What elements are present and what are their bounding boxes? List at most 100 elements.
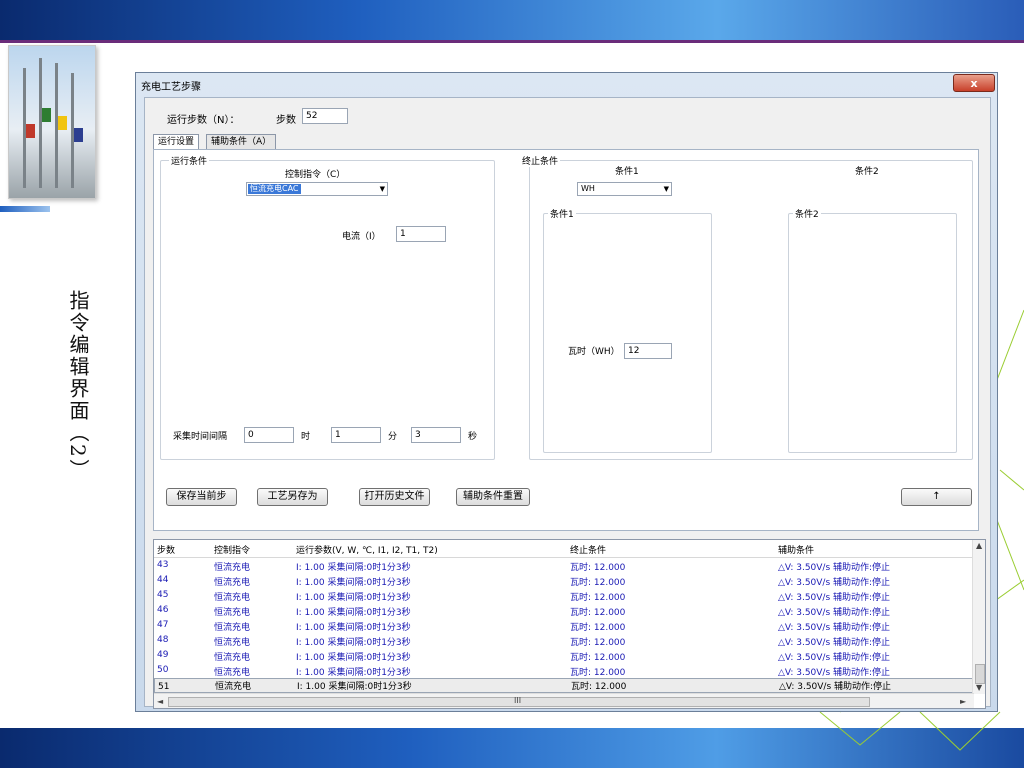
aux-condition-cell: △V: 3.50V/s 辅助动作:停止 — [778, 593, 891, 603]
building-photo — [8, 45, 96, 199]
control-cmd-cell: 恒流充电 — [214, 563, 251, 573]
control-cmd-cell: 恒流充电 — [214, 638, 251, 648]
table-row[interactable]: 46 恒流充电 I: 1.00 采集间隔:0时1分3秒 瓦时: 12.000 △V: 3… — [154, 603, 974, 618]
aux-condition-cell: △V: 3.50V/s 辅助动作:停止 — [778, 668, 891, 678]
stop-cond2-label: 条件2 — [855, 167, 879, 177]
interval-label: 采集时间间隔 — [173, 432, 228, 442]
steps-table-header: 步数 控制指令 运行参数(V, W, ℃, I1, I2, T1, T2) 终止… — [154, 540, 974, 558]
stop-cond1-value: WH — [581, 184, 595, 193]
wh-field[interactable]: 12 — [624, 343, 672, 359]
chevron-down-icon: ▼ — [663, 185, 669, 193]
step-count-field[interactable]: 52 — [302, 108, 348, 124]
col-aux-condition[interactable]: 辅助条件 — [778, 543, 814, 556]
control-cmd-cell: 恒流充电 — [214, 608, 251, 618]
slide-top-banner — [0, 0, 1024, 40]
control-cmd-cell: 恒流充电 — [215, 682, 252, 692]
steps-table[interactable]: 步数 控制指令 运行参数(V, W, ℃, I1, I2, T1, T2) 终止… — [153, 539, 986, 709]
seconds-field[interactable]: 3 — [411, 427, 461, 443]
aux-condition-cell: △V: 3.50V/s 辅助动作:停止 — [778, 653, 891, 663]
save-as-button[interactable]: 工艺另存为 — [257, 488, 328, 506]
table-row[interactable]: 49 恒流充电 I: 1.00 采集间隔:0时1分3秒 瓦时: 12.000 △V: 3… — [154, 648, 974, 663]
step-cell: 45 — [157, 590, 169, 600]
scroll-thumb-grip: III — [514, 696, 522, 705]
run-params-cell: I: 1.00 采集间隔:0时1分3秒 — [297, 682, 412, 692]
aux-condition-cell: △V: 3.50V/s 辅助动作:停止 — [778, 608, 891, 618]
table-row[interactable]: 47 恒流充电 I: 1.00 采集间隔:0时1分3秒 瓦时: 12.000 △V: 3… — [154, 618, 974, 633]
horizontal-scrollbar[interactable]: ◄ III ► — [154, 693, 974, 708]
move-up-button[interactable]: ↑ — [901, 488, 972, 506]
run-params-cell: I: 1.00 采集间隔:0时1分3秒 — [296, 653, 411, 663]
reset-aux-button[interactable]: 辅助条件重置 — [456, 488, 530, 506]
table-row[interactable]: 48 恒流充电 I: 1.00 采集间隔:0时1分3秒 瓦时: 12.000 △V: 3… — [154, 633, 974, 648]
open-history-button[interactable]: 打开历史文件 — [359, 488, 430, 506]
table-row[interactable]: 44 恒流充电 I: 1.00 采集间隔:0时1分3秒 瓦时: 12.000 △V: 3… — [154, 573, 974, 588]
step-cell: 47 — [157, 620, 169, 630]
stop-cond1-label: 条件1 — [615, 167, 639, 177]
stop-condition-cell: 瓦时: 12.000 — [570, 608, 626, 618]
minutes-field[interactable]: 1 — [331, 427, 381, 443]
table-row[interactable]: 45 恒流充电 I: 1.00 采集间隔:0时1分3秒 瓦时: 12.000 △V: 3… — [154, 588, 974, 603]
window-title: 充电工艺步骤 — [141, 82, 201, 93]
stop-sub-cond2-label: 条件2 — [793, 207, 821, 220]
step-cell: 46 — [157, 605, 169, 615]
side-accent-bar — [0, 206, 50, 212]
control-cmd-select[interactable]: 恒流充电CAC ▼ — [246, 182, 388, 196]
stop-condition-cell: 瓦时: 12.000 — [570, 563, 626, 573]
aux-condition-cell: △V: 3.50V/s 辅助动作:停止 — [778, 638, 891, 648]
control-cmd-cell: 恒流充电 — [214, 578, 251, 588]
tab-aux-conditions[interactable]: 辅助条件（A） — [206, 134, 277, 150]
col-step[interactable]: 步数 — [157, 543, 175, 556]
stop-sub-cond1-label: 条件1 — [548, 207, 576, 220]
vertical-scrollbar[interactable]: ▲ ▼ — [972, 540, 985, 694]
seconds-unit: 秒 — [468, 432, 478, 442]
stop-condition-cell: 瓦时: 12.000 — [570, 638, 626, 648]
process-steps-window: 充电工艺步骤 x 运行步数（N）： 步数 52 运行设置 辅助条件（A） 运行条… — [135, 72, 998, 712]
col-run-params[interactable]: 运行参数(V, W, ℃, I1, I2, T1, T2) — [296, 543, 438, 556]
stop-condition-group-label: 终止条件 — [520, 154, 561, 167]
tab-run-settings[interactable]: 运行设置 — [153, 134, 200, 150]
stop-condition-cell: 瓦时: 12.000 — [570, 668, 626, 678]
step-cell: 51 — [158, 682, 170, 692]
control-cmd-cell: 恒流充电 — [214, 623, 251, 633]
stop-cond1-select[interactable]: WH ▼ — [577, 182, 672, 196]
step-cell: 49 — [157, 650, 169, 660]
run-params-cell: I: 1.00 采集间隔:0时1分3秒 — [296, 593, 411, 603]
aux-condition-cell: △V: 3.50V/s 辅助动作:停止 — [778, 623, 891, 633]
col-stop-condition[interactable]: 终止条件 — [570, 543, 606, 556]
stop-condition-cell: 瓦时: 12.000 — [570, 623, 626, 633]
run-condition-group: 运行条件 控制指令（C） 恒流充电CAC ▼ 电流（I） 1 采集时间间隔 0 … — [160, 154, 495, 460]
table-row[interactable]: 43 恒流充电 I: 1.00 采集间隔:0时1分3秒 瓦时: 12.000 △V: 3… — [154, 558, 974, 573]
window-titlebar: 充电工艺步骤 x — [136, 73, 997, 97]
window-client-area: 运行步数（N）： 步数 52 运行设置 辅助条件（A） 运行条件 控制指令（C）… — [144, 97, 991, 709]
scroll-down-icon[interactable]: ▼ — [976, 683, 982, 692]
run-params-cell: I: 1.00 采集间隔:0时1分3秒 — [296, 608, 411, 618]
table-row[interactable]: 50 恒流充电 I: 1.00 采集间隔:0时1分3秒 瓦时: 12.000 △V: 3… — [154, 663, 974, 678]
stop-sub-cond2-group: 条件2 — [788, 207, 957, 453]
step-cell: 50 — [157, 665, 169, 675]
control-cmd-cell: 恒流充电 — [214, 593, 251, 603]
scroll-up-icon[interactable]: ▲ — [976, 541, 982, 550]
minutes-unit: 分 — [388, 432, 398, 442]
aux-condition-cell: △V: 3.50V/s 辅助动作:停止 — [778, 563, 891, 573]
col-control-cmd[interactable]: 控制指令 — [214, 543, 250, 556]
stop-condition-group: 终止条件 条件1 条件2 WH ▼ 条件1 瓦时（WH） 12 条件2 — [520, 154, 973, 460]
run-params-cell: I: 1.00 采集间隔:0时1分3秒 — [296, 623, 411, 633]
run-params-cell: I: 1.00 采集间隔:0时1分3秒 — [296, 563, 411, 573]
scroll-right-icon[interactable]: ► — [960, 697, 966, 706]
step-cell: 44 — [157, 575, 169, 585]
run-params-cell: I: 1.00 采集间隔:0时1分3秒 — [296, 578, 411, 588]
control-cmd-label: 控制指令（C） — [285, 170, 346, 180]
current-label: 电流（I） — [342, 232, 381, 242]
hscroll-thumb[interactable]: III — [168, 696, 870, 707]
control-cmd-value: 恒流充电CAC — [248, 184, 301, 194]
scroll-left-icon[interactable]: ◄ — [157, 697, 163, 706]
slide-top-divider — [0, 40, 1024, 43]
hours-field[interactable]: 0 — [244, 427, 294, 443]
run-steps-label: 运行步数（N）： — [167, 115, 240, 126]
current-field[interactable]: 1 — [396, 226, 446, 242]
table-row[interactable]: 51 恒流充电 I: 1.00 采集间隔:0时1分3秒 瓦时: 12.000 △V: 3… — [154, 678, 974, 693]
save-step-button[interactable]: 保存当前步 — [166, 488, 237, 506]
scroll-thumb[interactable] — [975, 664, 985, 684]
close-button[interactable]: x — [953, 74, 995, 92]
control-cmd-cell: 恒流充电 — [214, 653, 251, 663]
